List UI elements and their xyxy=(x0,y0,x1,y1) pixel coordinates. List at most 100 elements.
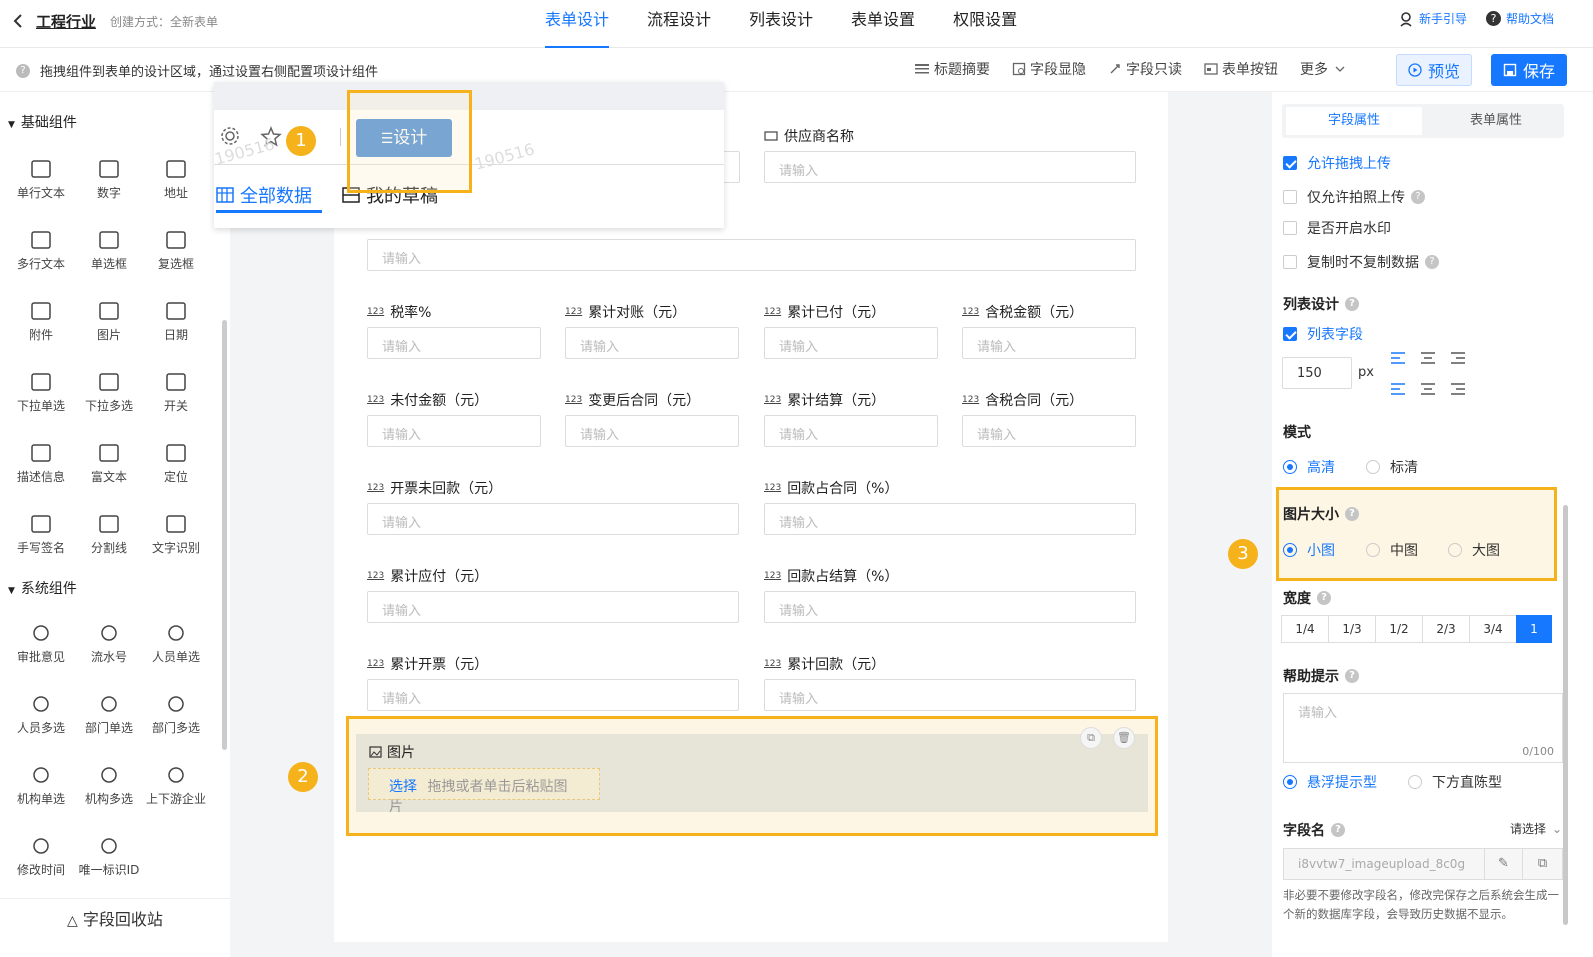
float-tip-radio[interactable]: 悬浮提示型 xyxy=(1283,772,1377,793)
width-option[interactable]: 1/2 xyxy=(1375,615,1423,643)
number-input[interactable]: 请输入 xyxy=(367,415,541,447)
align-right-icon[interactable] xyxy=(1450,351,1466,365)
save-button[interactable]: 保存 xyxy=(1491,54,1567,86)
field-readonly-button[interactable]: 字段只读 xyxy=(1108,59,1182,79)
number-input[interactable]: 请输入 xyxy=(764,327,938,359)
basic-components-header[interactable]: ▼ 基础组件 xyxy=(8,112,77,132)
image-size-small-radio[interactable]: 小图 xyxy=(1283,540,1335,561)
edit-icon[interactable]: ✎ xyxy=(1484,849,1522,879)
width-option[interactable]: 2/3 xyxy=(1422,615,1470,643)
no-copy-checkbox[interactable]: 复制时不复制数据? xyxy=(1283,252,1439,272)
align-left-icon[interactable] xyxy=(1390,382,1406,396)
component-divider[interactable]: 分割线 xyxy=(75,513,143,556)
component-single-text[interactable]: 单行文本 xyxy=(7,158,75,201)
copy-icon[interactable]: ⧉ xyxy=(1522,849,1562,879)
width-option[interactable]: 1 xyxy=(1516,615,1552,643)
number-input[interactable]: 请输入 xyxy=(367,679,739,711)
delete-icon[interactable]: 🗑 xyxy=(1113,727,1135,749)
number-input[interactable]: 请输入 xyxy=(367,591,739,623)
component-checkbox[interactable]: 复选框 xyxy=(142,229,210,272)
help-doc-link[interactable]: ? 帮助文档 xyxy=(1486,10,1554,27)
component-unique-id[interactable]: 唯一标识ID xyxy=(75,835,143,878)
supplier-input[interactable]: 请输入 xyxy=(764,151,1136,183)
number-input[interactable]: 请输入 xyxy=(367,503,739,535)
component-dropdown-single[interactable]: 下拉单选 xyxy=(7,371,75,414)
number-input[interactable]: 请输入 xyxy=(565,327,739,359)
copy-icon[interactable]: ⧉ xyxy=(1080,727,1102,749)
align-center-icon[interactable] xyxy=(1420,351,1436,365)
more-dropdown[interactable]: 更多 xyxy=(1300,59,1350,79)
component-ocr[interactable]: 文字识别 xyxy=(142,513,210,556)
image-size-large-radio[interactable]: 大图 xyxy=(1448,540,1500,561)
component-location[interactable]: 定位 xyxy=(142,442,210,485)
column-width-input[interactable]: 150 xyxy=(1282,357,1352,389)
tab-form-properties[interactable]: 表单属性 xyxy=(1428,107,1564,135)
component-date[interactable]: 日期 xyxy=(142,300,210,343)
component-rich-text[interactable]: 富文本 xyxy=(75,442,143,485)
image-select-link[interactable]: 选择 xyxy=(389,779,417,795)
component-user-single[interactable]: 人员单选 xyxy=(142,622,210,665)
component-user-multi[interactable]: 人员多选 xyxy=(7,693,75,736)
component-image[interactable]: 图片 xyxy=(75,300,143,343)
image-size-medium-radio[interactable]: 中图 xyxy=(1366,540,1418,561)
component-org-single[interactable]: 机构单选 xyxy=(7,764,75,807)
component-radio[interactable]: 单选框 xyxy=(75,229,143,272)
form-buttons-button[interactable]: 表单按钮 xyxy=(1204,59,1278,79)
tab-form-settings[interactable]: 表单设置 xyxy=(851,0,915,48)
component-signature[interactable]: 手写签名 xyxy=(7,513,75,556)
number-input[interactable]: 请输入 xyxy=(367,327,541,359)
width-option[interactable]: 3/4 xyxy=(1469,615,1517,643)
tab-all-data[interactable]: 全部数据 xyxy=(216,182,312,208)
left-scrollbar[interactable] xyxy=(222,320,227,750)
title-summary-button[interactable]: 标题摘要 xyxy=(914,59,990,79)
allow-drag-upload-checkbox[interactable]: 允许拖拽上传 xyxy=(1283,153,1391,173)
component-dept-multi[interactable]: 部门多选 xyxy=(142,693,210,736)
component-number[interactable]: 数字 xyxy=(75,158,143,201)
number-input[interactable]: 请输入 xyxy=(565,415,739,447)
watermark-checkbox[interactable]: 是否开启水印 xyxy=(1283,218,1391,238)
number-input[interactable]: 请输入 xyxy=(962,415,1136,447)
number-input[interactable]: 请输入 xyxy=(962,327,1136,359)
tab-form-design[interactable]: 表单设计 xyxy=(545,0,610,48)
component-description[interactable]: 描述信息 xyxy=(7,442,75,485)
field-recycle-bin[interactable]: △ 字段回收站 xyxy=(0,898,230,942)
component-switch[interactable]: 开关 xyxy=(142,371,210,414)
help-tip-textarea[interactable]: 请输入 0/100 xyxy=(1283,693,1563,763)
component-serial-number[interactable]: 流水号 xyxy=(75,622,143,665)
width-option[interactable]: 1/4 xyxy=(1281,615,1329,643)
align-center-icon[interactable] xyxy=(1420,382,1436,396)
component-address[interactable]: 地址 xyxy=(142,158,210,201)
component-org-multi[interactable]: 机构多选 xyxy=(75,764,143,807)
back-arrow-icon[interactable] xyxy=(10,12,28,30)
right-scrollbar[interactable] xyxy=(1563,505,1568,925)
component-attachment[interactable]: 附件 xyxy=(7,300,75,343)
list-field-checkbox[interactable]: 列表字段 xyxy=(1283,324,1363,344)
system-components-header[interactable]: ▼ 系统组件 xyxy=(8,578,77,598)
component-partner-enterprise[interactable]: 上下游企业 xyxy=(142,764,210,807)
number-input[interactable]: 请输入 xyxy=(764,591,1136,623)
mode-hd-radio[interactable]: 高清 xyxy=(1283,457,1335,478)
align-right-icon[interactable] xyxy=(1450,382,1466,396)
tab-list-design[interactable]: 列表设计 xyxy=(749,0,813,48)
number-input[interactable]: 请输入 xyxy=(764,503,1136,535)
component-dropdown-multi[interactable]: 下拉多选 xyxy=(75,371,143,414)
component-dept-single[interactable]: 部门单选 xyxy=(75,693,143,736)
number-input[interactable]: 请输入 xyxy=(764,679,1136,711)
tab-flow-design[interactable]: 流程设计 xyxy=(647,0,711,48)
field-name-select[interactable]: 请选择 ⌄ xyxy=(1510,820,1562,837)
number-input[interactable]: 请输入 xyxy=(764,415,938,447)
photo-only-checkbox[interactable]: 仅允许拍照上传? xyxy=(1283,187,1425,207)
tab-permission-settings[interactable]: 权限设置 xyxy=(953,0,1017,48)
wide-input[interactable]: 请输入 xyxy=(367,239,1136,271)
field-visibility-button[interactable]: 字段显隐 xyxy=(1012,59,1086,79)
guide-link[interactable]: 新手引导 xyxy=(1398,10,1467,27)
image-upload-area[interactable]: 选择 拖拽或者单击后粘贴图片 xyxy=(368,768,600,815)
width-option[interactable]: 1/3 xyxy=(1328,615,1376,643)
align-left-icon[interactable] xyxy=(1390,351,1406,365)
app-title[interactable]: 工程行业 xyxy=(36,11,96,32)
below-tip-radio[interactable]: 下方直陈型 xyxy=(1408,772,1502,793)
mode-sd-radio[interactable]: 标清 xyxy=(1366,457,1418,478)
component-modified-time[interactable]: 修改时间 xyxy=(7,835,75,878)
component-approval[interactable]: 审批意见 xyxy=(7,622,75,665)
component-multi-text[interactable]: 多行文本 xyxy=(7,229,75,272)
